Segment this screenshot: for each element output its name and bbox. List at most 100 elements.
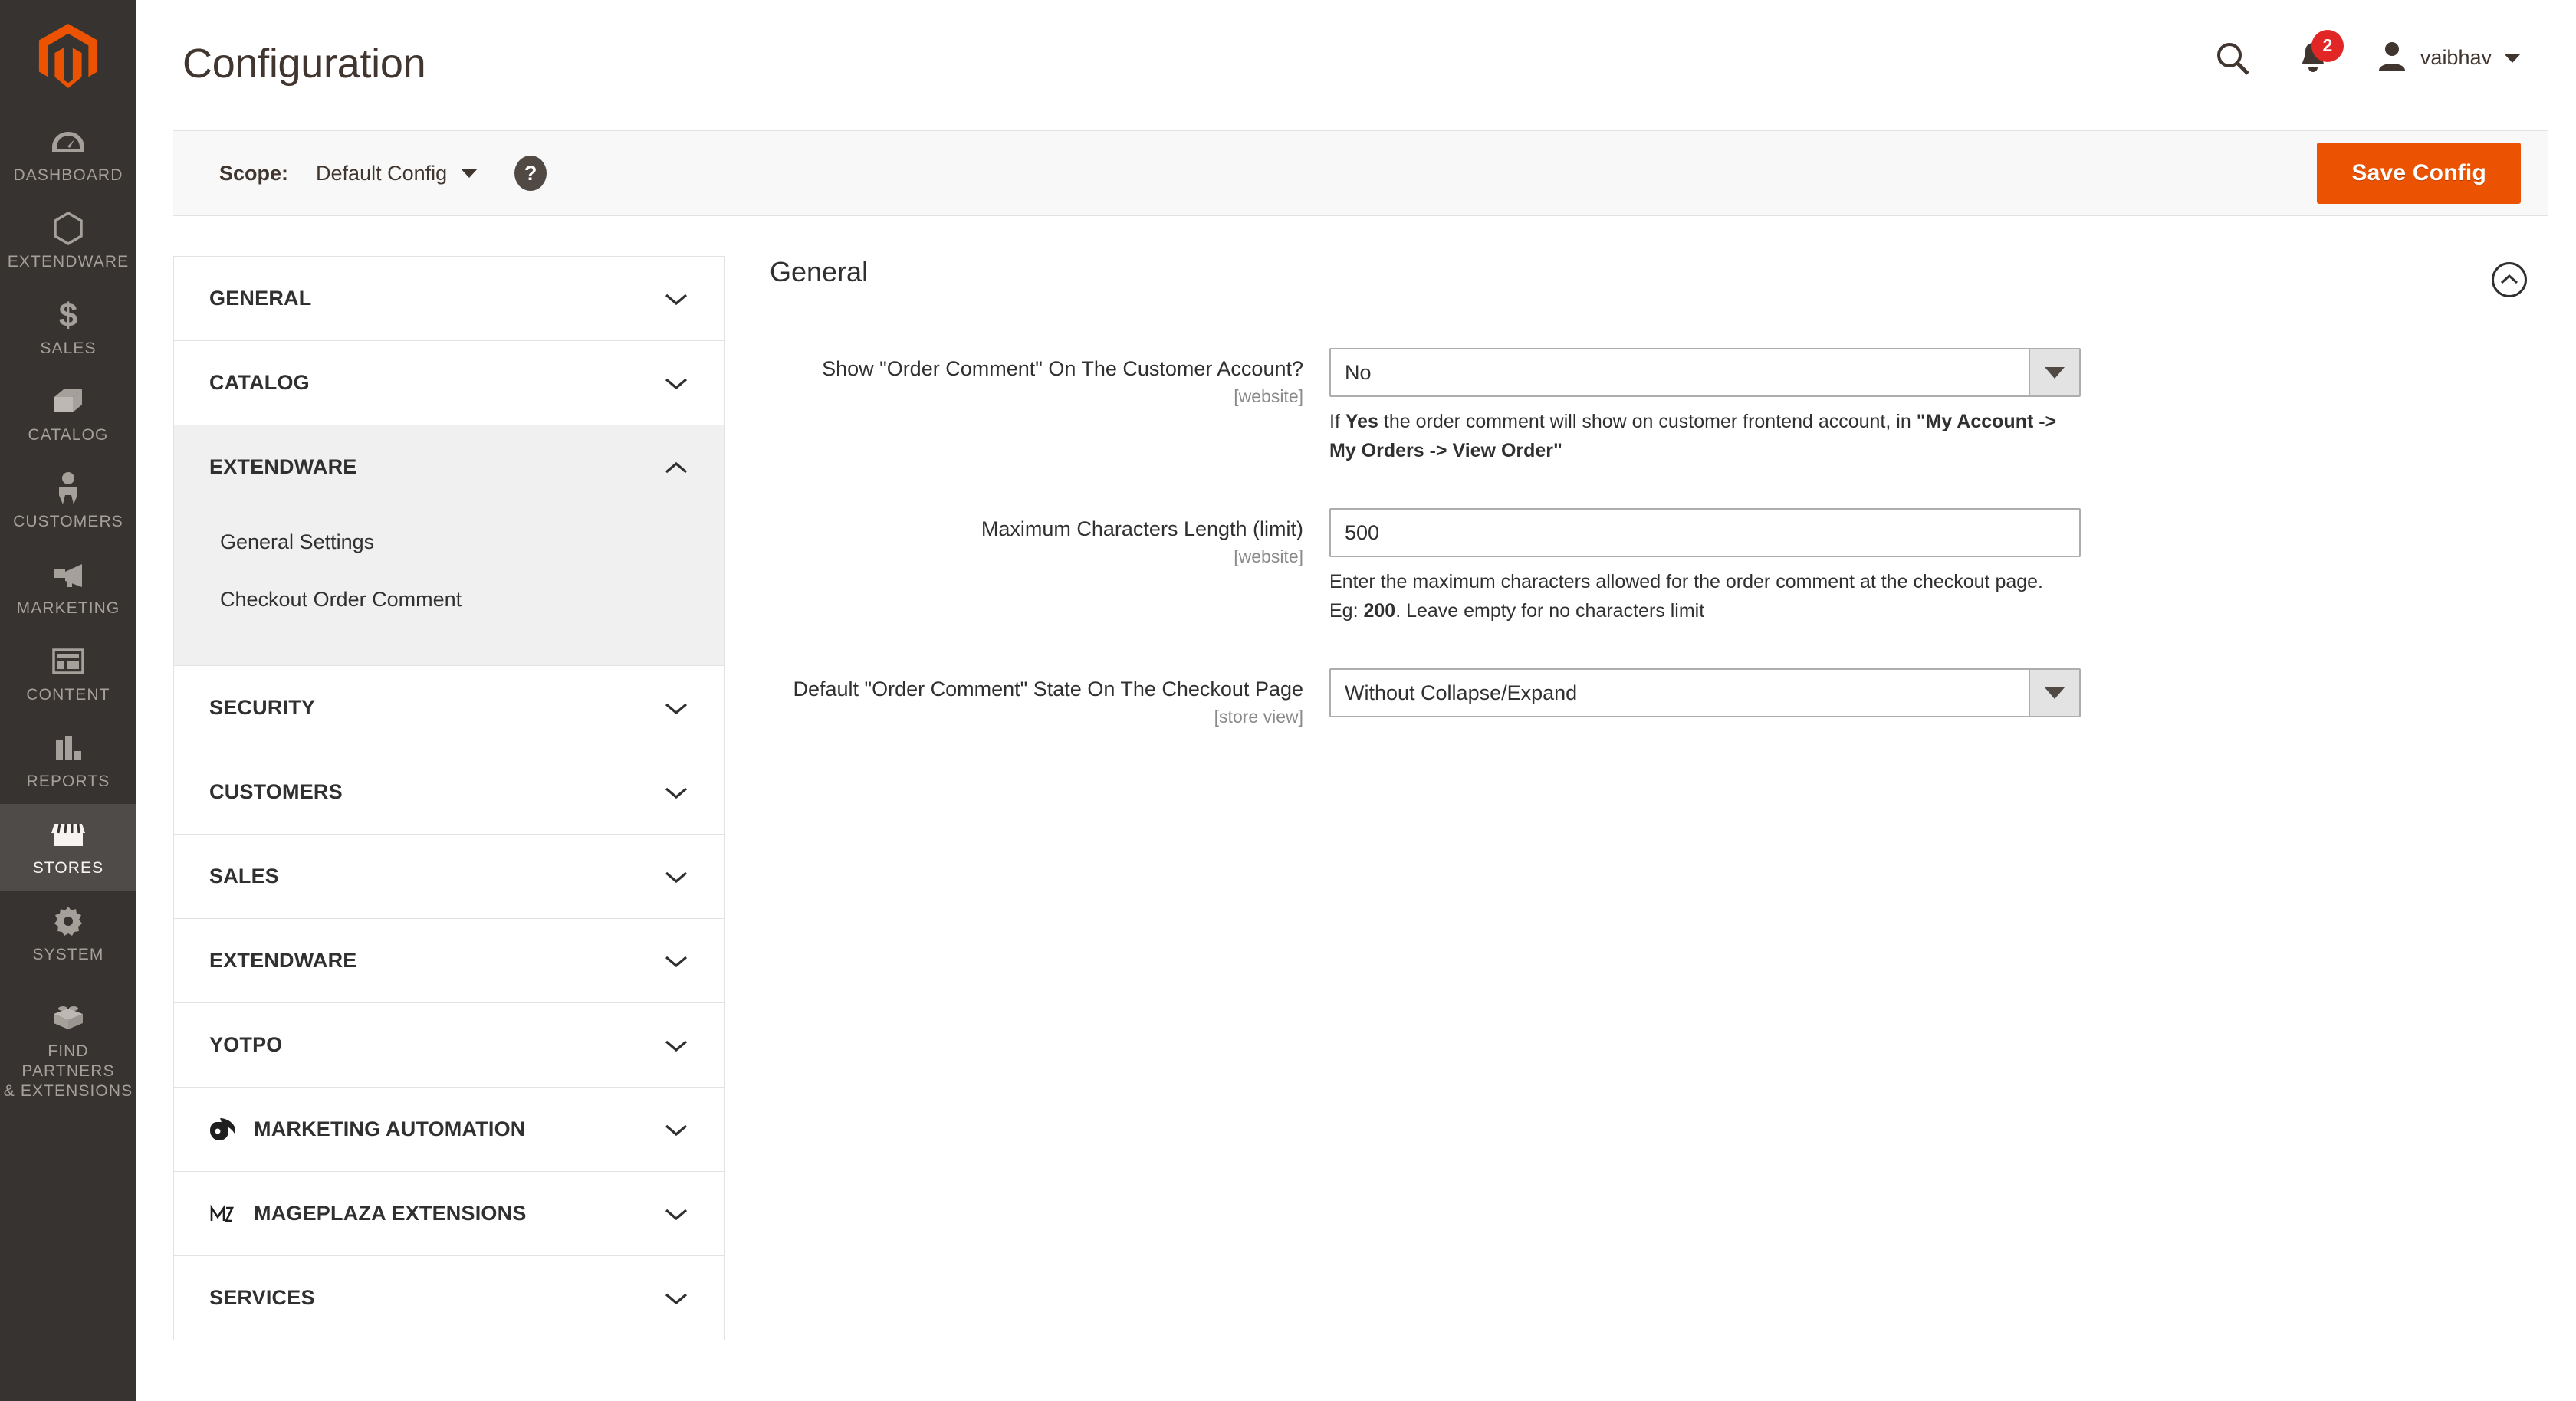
config-section-title-group: MARKETING AUTOMATION — [209, 1117, 525, 1143]
config-section-header[interactable]: SECURITY — [174, 666, 724, 750]
configuration-nav: GENERAL CATALOG EXTENDWARE General Settings… — [173, 256, 725, 1340]
page-actions-bar: Scope: Default Config ? Save Config — [173, 130, 2548, 216]
chevron-down-icon — [665, 787, 688, 799]
config-section-header[interactable]: MAGEPLAZA EXTENSIONS — [174, 1172, 724, 1255]
chevron-down-icon — [2504, 53, 2521, 63]
select-arrow-box[interactable] — [2029, 670, 2079, 716]
header-tools: 2 vaibhav — [2215, 0, 2521, 76]
content-wrap: GENERAL CATALOG EXTENDWARE General Settings… — [136, 216, 2576, 1401]
config-section-children: General Settings Checkout Order Comment — [174, 509, 724, 665]
chevron-down-icon — [665, 1209, 688, 1220]
config-section-extendware: EXTENDWARE General Settings Checkout Order… — [174, 425, 724, 666]
config-section-header[interactable]: EXTENDWARE — [174, 919, 724, 1002]
sidebar-item-dashboard[interactable]: DASHBOARD — [0, 111, 136, 198]
chevron-down-icon — [461, 169, 478, 178]
sidebar-item-label: DASHBOARD — [13, 166, 123, 184]
select-arrow-box[interactable] — [2029, 349, 2079, 395]
config-field-scope: [website] — [1234, 546, 1303, 566]
config-section-mageplaza-extensions: MAGEPLAZA EXTENSIONS — [174, 1172, 724, 1256]
config-section-label: SECURITY — [209, 696, 316, 719]
config-section-title-group: GENERAL — [209, 287, 311, 310]
configuration-panel: General Show "Order Comment" On The Cust… — [770, 256, 2548, 1401]
user-menu[interactable]: vaibhav — [2376, 40, 2521, 76]
config-section-title-group: CUSTOMERS — [209, 780, 343, 804]
config-section-customers: CUSTOMERS — [174, 750, 724, 835]
brick-icon — [51, 1001, 86, 1035]
magento-logo-icon — [38, 24, 98, 88]
sidebar-item-find-partners[interactable]: FIND PARTNERS & EXTENSIONS — [0, 987, 136, 1114]
config-section-label: YOTPO — [209, 1033, 283, 1056]
config-nav-item-checkout-order-comment[interactable]: Checkout Order Comment — [174, 571, 724, 628]
sidebar-item-catalog[interactable]: CATALOG — [0, 371, 136, 458]
config-select[interactable]: No — [1329, 348, 2081, 397]
config-select[interactable]: Without Collapse/Expand — [1329, 668, 2081, 717]
config-field-label-col: Show "Order Comment" On The Customer Acc… — [770, 348, 1329, 465]
megaphone-icon — [51, 558, 86, 592]
page-header: Configuration 2 vaibhav — [136, 0, 2576, 130]
config-section-label: SERVICES — [209, 1286, 315, 1309]
scope-help-icon[interactable]: ? — [514, 156, 547, 191]
section-bar: General — [770, 256, 2538, 297]
config-section-label: GENERAL — [209, 287, 312, 310]
magento-logo[interactable] — [0, 11, 136, 101]
chevron-down-icon — [2045, 687, 2065, 699]
scope-value: Default Config — [316, 161, 448, 185]
main-area: Configuration 2 vaibhav Scope: Default C… — [136, 0, 2576, 1401]
search-icon[interactable] — [2215, 41, 2250, 76]
mageplaza-logo-icon — [210, 1204, 235, 1222]
config-section-header[interactable]: SALES — [174, 835, 724, 918]
notifications-bell-icon[interactable]: 2 — [2296, 29, 2344, 76]
config-section-title-group: SALES — [209, 865, 279, 888]
sidebar-item-label: FIND PARTNERS & EXTENSIONS — [3, 1042, 133, 1101]
config-section-title-group: YOTPO — [209, 1033, 283, 1057]
scope-switcher[interactable]: Default Config — [316, 162, 478, 185]
config-section-header[interactable]: CATALOG — [174, 341, 724, 425]
save-config-button[interactable]: Save Config — [2317, 143, 2521, 204]
sidebar-item-content[interactable]: CONTENT — [0, 631, 136, 717]
sidebar-item-stores[interactable]: STORES — [0, 804, 136, 891]
config-section-title-group: EXTENDWARE — [209, 455, 357, 479]
chevron-down-icon — [665, 871, 688, 883]
chevron-down-icon — [2045, 366, 2065, 379]
config-field-scope: [website] — [1234, 386, 1303, 406]
notification-count-badge: 2 — [2311, 29, 2344, 62]
gear-icon — [51, 904, 86, 938]
config-field-note: If Yes the order comment will show on cu… — [1329, 411, 2057, 461]
sidebar-item-label: REPORTS — [26, 773, 110, 791]
sidebar-item-system[interactable]: SYSTEM — [0, 891, 136, 977]
scope-label: Scope: — [219, 161, 289, 185]
config-section-services: SERVICES — [174, 1256, 724, 1340]
sidebar-item-reports[interactable]: REPORTS — [0, 717, 136, 804]
config-nav-item-general-settings[interactable]: General Settings — [174, 513, 724, 571]
config-select-value: Without Collapse/Expand — [1345, 681, 1578, 704]
svg-text:$: $ — [59, 297, 77, 333]
config-section-label: EXTENDWARE — [209, 949, 357, 972]
dollar-icon: $ — [51, 297, 86, 333]
chevron-up-circle-icon[interactable] — [2492, 262, 2527, 297]
config-section-header[interactable]: SERVICES — [174, 1256, 724, 1340]
chevron-down-icon — [665, 956, 688, 967]
sidebar-item-label: SALES — [40, 340, 97, 358]
config-section-header[interactable]: MARKETING AUTOMATION — [174, 1088, 724, 1171]
sidebar-item-label: CATALOG — [28, 426, 109, 445]
config-section-header[interactable]: EXTENDWARE — [174, 425, 724, 509]
sidebar-item-extendware[interactable]: EXTENDWARE — [0, 198, 136, 284]
sidebar-item-customers[interactable]: CUSTOMERS — [0, 458, 136, 544]
config-section-header[interactable]: YOTPO — [174, 1003, 724, 1087]
chevron-down-icon — [665, 378, 688, 389]
page-title: Configuration — [182, 41, 426, 87]
dotdigital-logo-icon — [210, 1117, 236, 1140]
config-field-row: Show "Order Comment" On The Customer Acc… — [770, 348, 2538, 465]
fields-list: Show "Order Comment" On The Customer Acc… — [770, 348, 2538, 727]
sidebar-item-marketing[interactable]: MARKETING — [0, 544, 136, 631]
config-field-label-col: Maximum Characters Length (limit) [websit… — [770, 508, 1329, 625]
config-section-header[interactable]: GENERAL — [174, 257, 724, 340]
config-text-input[interactable] — [1329, 508, 2081, 557]
config-section-header[interactable]: CUSTOMERS — [174, 750, 724, 834]
bar-chart-icon — [51, 731, 86, 765]
sidebar-item-label: MARKETING — [16, 599, 120, 618]
config-field-label: Show "Order Comment" On The Customer Acc… — [822, 357, 1303, 380]
sidebar-item-sales[interactable]: $ SALES — [0, 284, 136, 371]
user-name-label: vaibhav — [2420, 46, 2492, 69]
config-section-title-group: CATALOG — [209, 371, 310, 395]
